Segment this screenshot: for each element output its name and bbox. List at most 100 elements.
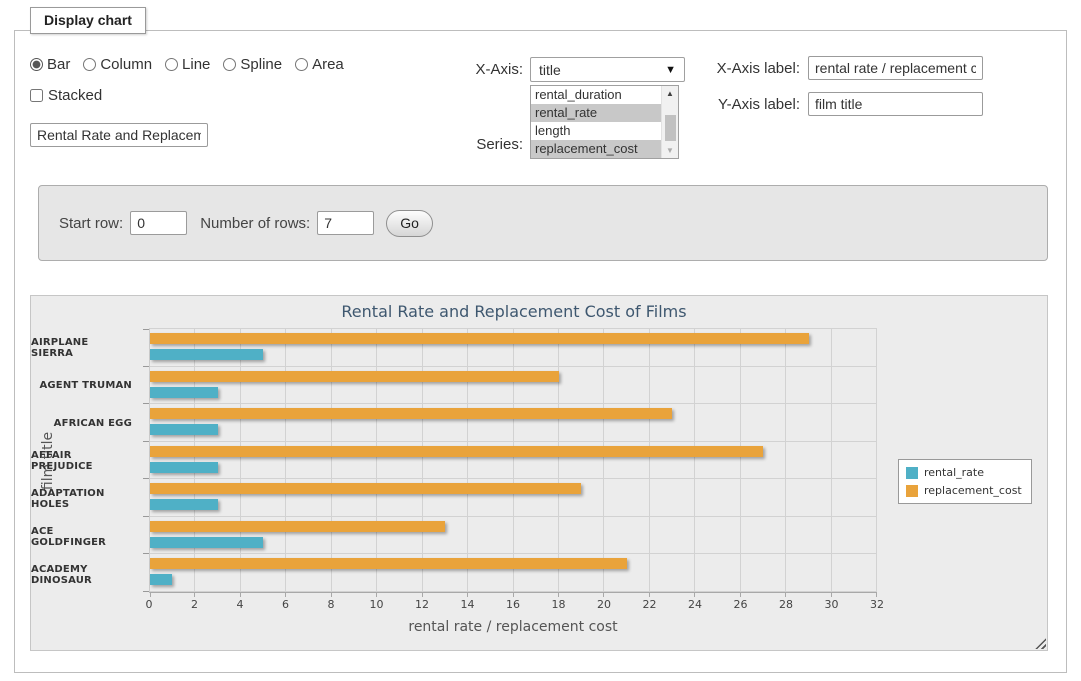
- stacked-checkbox[interactable]: [30, 89, 43, 102]
- legend-swatch-icon: [906, 467, 918, 479]
- go-button[interactable]: Go: [386, 210, 433, 237]
- stacked-row: Stacked: [30, 87, 102, 104]
- x-tick-label: 12: [415, 598, 429, 611]
- category-row: [150, 554, 877, 592]
- chart-type-radio-bar[interactable]: [30, 58, 43, 71]
- chart-type-radio-spline[interactable]: [223, 58, 236, 71]
- x-tick-label: 14: [461, 598, 475, 611]
- y-axis-caption-input[interactable]: [808, 92, 983, 116]
- y-axis-tick: [143, 516, 149, 517]
- series-option-rental_duration[interactable]: rental_duration: [531, 86, 661, 104]
- category-row: [150, 329, 877, 367]
- x-axis-select[interactable]: title ▼: [530, 57, 685, 82]
- x-axis-tick: [422, 592, 423, 597]
- x-axis-tick: [376, 592, 377, 597]
- y-axis-caption-label: Y-Axis label:: [698, 96, 800, 113]
- chart-type-label-area[interactable]: Area: [312, 56, 344, 73]
- legend-item-replacement_cost[interactable]: replacement_cost: [906, 484, 1022, 497]
- legend-item-rental_rate[interactable]: rental_rate: [906, 466, 1022, 479]
- x-axis-tick: [240, 592, 241, 597]
- x-tick-label: 20: [597, 598, 611, 611]
- category-row: [150, 404, 877, 442]
- series-option-length[interactable]: length: [531, 122, 661, 140]
- chart-type-radio-column[interactable]: [83, 58, 96, 71]
- chart-panel: Rental Rate and Replacement Cost of Film…: [30, 295, 1048, 651]
- chevron-down-icon: ▼: [665, 64, 676, 76]
- bar-rental_rate[interactable]: [150, 574, 172, 585]
- x-axis-caption-input[interactable]: [808, 56, 983, 80]
- bar-replacement_cost[interactable]: [150, 408, 672, 419]
- y-axis-tick: [143, 329, 149, 330]
- category-axis-labels: AIRPLANE SIERRAAGENT TRUMANAFRICAN EGGAF…: [31, 329, 141, 594]
- category-label: ADAPTATION HOLES: [31, 480, 141, 518]
- x-tick-label: 26: [734, 598, 748, 611]
- bar-replacement_cost[interactable]: [150, 446, 763, 457]
- chart-title-input[interactable]: [30, 123, 208, 147]
- legend-swatch-icon: [906, 485, 918, 497]
- chart-type-label-line[interactable]: Line: [182, 56, 210, 73]
- x-axis-tick: [558, 592, 559, 597]
- bar-replacement_cost[interactable]: [150, 333, 809, 344]
- series-multiselect[interactable]: rental_durationrental_ratelengthreplacem…: [530, 85, 679, 159]
- start-row-input[interactable]: [130, 211, 187, 235]
- x-axis-tick: [876, 592, 877, 597]
- chart-type-label-bar[interactable]: Bar: [47, 56, 70, 73]
- series-options: rental_durationrental_ratelengthreplacem…: [531, 86, 661, 158]
- bar-rental_rate[interactable]: [150, 537, 263, 548]
- category-label: AFFAIR PREJUDICE: [31, 443, 141, 481]
- bar-replacement_cost[interactable]: [150, 371, 559, 382]
- category-row: [150, 479, 877, 517]
- x-axis-tick: [831, 592, 832, 597]
- y-axis-tick: [143, 478, 149, 479]
- x-axis-tick: [150, 592, 151, 597]
- x-tick-label: 8: [328, 598, 335, 611]
- x-tick-label: 2: [191, 598, 198, 611]
- x-axis-tick: [694, 592, 695, 597]
- y-axis-tick: [143, 403, 149, 404]
- bar-rental_rate[interactable]: [150, 499, 218, 510]
- num-rows-input[interactable]: [317, 211, 374, 235]
- chart-type-label-column[interactable]: Column: [100, 56, 152, 73]
- stacked-label[interactable]: Stacked: [48, 87, 102, 104]
- x-axis-tick: [285, 592, 286, 597]
- x-tick-label: 6: [282, 598, 289, 611]
- x-tick-label: 24: [688, 598, 702, 611]
- chart-type-radio-area[interactable]: [295, 58, 308, 71]
- bar-rental_rate[interactable]: [150, 462, 218, 473]
- x-axis-tick: [194, 592, 195, 597]
- bar-replacement_cost[interactable]: [150, 483, 581, 494]
- category-label: ACE GOLDFINGER: [31, 518, 141, 556]
- series-option-replacement_cost[interactable]: replacement_cost: [531, 140, 661, 158]
- y-axis-tick: [143, 553, 149, 554]
- x-axis-tick: [331, 592, 332, 597]
- category-row: [150, 442, 877, 480]
- category-label: AFRICAN EGG: [31, 405, 141, 443]
- chart-type-label-spline[interactable]: Spline: [240, 56, 282, 73]
- scroll-up-icon[interactable]: ▲: [662, 86, 679, 101]
- category-label: AGENT TRUMAN: [31, 367, 141, 405]
- scroll-down-icon[interactable]: ▼: [662, 143, 679, 158]
- bar-rental_rate[interactable]: [150, 349, 263, 360]
- y-axis-tick: [143, 591, 149, 592]
- fieldset-legend: Display chart: [30, 7, 146, 34]
- bar-replacement_cost[interactable]: [150, 558, 627, 569]
- legend-label: rental_rate: [924, 466, 984, 479]
- series-scrollbar[interactable]: ▲ ▼: [661, 86, 678, 158]
- chart-type-radio-line[interactable]: [165, 58, 178, 71]
- series-option-rental_rate[interactable]: rental_rate: [531, 104, 661, 122]
- category-row: [150, 517, 877, 555]
- x-axis-tick: [649, 592, 650, 597]
- x-axis-tick: [603, 592, 604, 597]
- resize-handle-icon[interactable]: [1035, 638, 1046, 649]
- x-tick-label: 32: [870, 598, 884, 611]
- bar-replacement_cost[interactable]: [150, 521, 445, 532]
- rows-panel: Start row: Number of rows: Go: [38, 185, 1048, 261]
- x-tick-label: 10: [370, 598, 384, 611]
- x-axis-tick: [785, 592, 786, 597]
- scrollbar-thumb[interactable]: [665, 115, 676, 141]
- y-axis-tick: [143, 441, 149, 442]
- bar-rental_rate[interactable]: [150, 424, 218, 435]
- x-axis-tick: [467, 592, 468, 597]
- category-row: [150, 367, 877, 405]
- bar-rental_rate[interactable]: [150, 387, 218, 398]
